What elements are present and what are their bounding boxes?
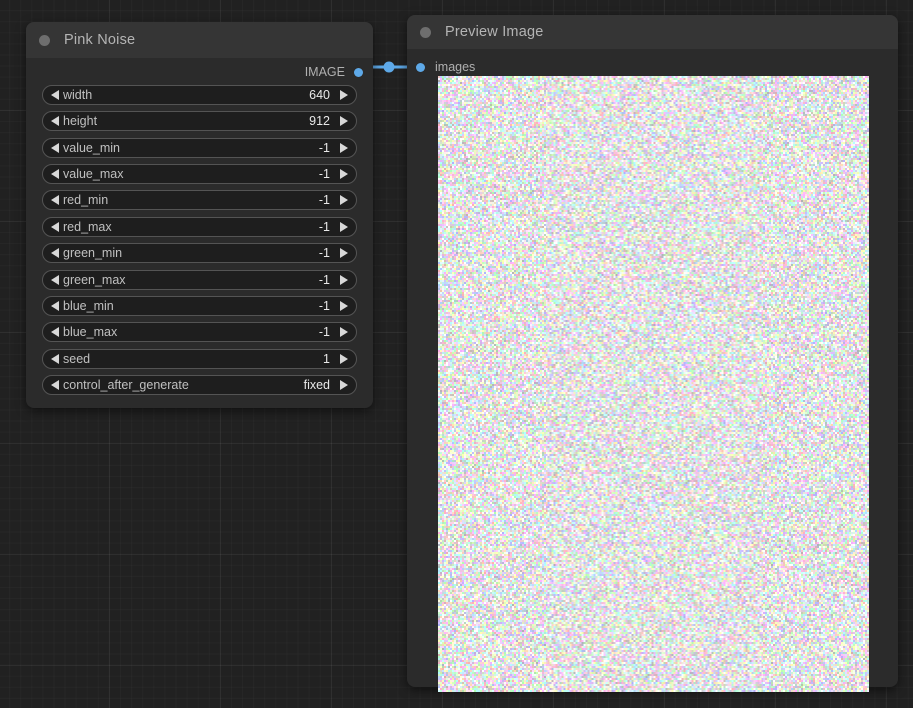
triangle-left-icon[interactable] bbox=[51, 354, 59, 364]
widget-seed-label: seed bbox=[63, 352, 91, 366]
triangle-left-icon[interactable] bbox=[51, 327, 59, 337]
input-slot-images-dot[interactable] bbox=[416, 62, 425, 72]
triangle-right-icon[interactable] bbox=[340, 90, 348, 100]
triangle-right-icon[interactable] bbox=[340, 248, 348, 258]
preview-image-canvas bbox=[438, 76, 869, 692]
triangle-right-icon[interactable] bbox=[340, 327, 348, 337]
widget-green-max[interactable]: green_max -1 bbox=[42, 270, 357, 290]
triangle-right-icon[interactable] bbox=[340, 301, 348, 311]
node-graph-canvas[interactable]: Pink Noise IMAGE width 640 height 912 va… bbox=[0, 0, 913, 708]
widget-green-min-value[interactable]: -1 bbox=[319, 246, 330, 260]
input-slot-images[interactable]: images bbox=[416, 59, 475, 75]
triangle-right-icon[interactable] bbox=[340, 354, 348, 364]
widget-width-label: width bbox=[63, 88, 93, 102]
triangle-left-icon[interactable] bbox=[51, 222, 59, 232]
preview-image-title: Preview Image bbox=[445, 24, 544, 40]
widget-value-min-label: value_min bbox=[63, 141, 120, 155]
circle-icon[interactable] bbox=[39, 34, 50, 46]
widget-height-value[interactable]: 912 bbox=[309, 114, 330, 128]
widget-green-min-label: green_min bbox=[63, 246, 123, 260]
widget-control-after-generate[interactable]: control_after_generate fixed bbox=[42, 375, 357, 395]
triangle-left-icon[interactable] bbox=[51, 248, 59, 258]
triangle-right-icon[interactable] bbox=[340, 380, 348, 390]
widget-control-after-generate-value[interactable]: fixed bbox=[304, 378, 330, 392]
triangle-left-icon[interactable] bbox=[51, 169, 59, 179]
widget-blue-max-label: blue_max bbox=[63, 325, 118, 339]
widget-seed[interactable]: seed 1 bbox=[42, 349, 357, 369]
widget-green-max-value[interactable]: -1 bbox=[319, 273, 330, 287]
widget-width-value[interactable]: 640 bbox=[309, 88, 330, 102]
widget-blue-max-value[interactable]: -1 bbox=[319, 325, 330, 339]
widget-red-min-value[interactable]: -1 bbox=[319, 193, 330, 207]
widget-width[interactable]: width 640 bbox=[42, 85, 357, 105]
widget-red-max-label: red_max bbox=[63, 220, 112, 234]
node-pink-noise[interactable]: Pink Noise IMAGE width 640 height 912 va… bbox=[26, 22, 373, 408]
output-slot-image[interactable]: IMAGE bbox=[305, 64, 363, 80]
widget-height[interactable]: height 912 bbox=[42, 111, 357, 131]
widget-value-max-label: value_max bbox=[63, 167, 124, 181]
widget-blue-min-value[interactable]: -1 bbox=[319, 299, 330, 313]
widget-value-max-value[interactable]: -1 bbox=[319, 167, 330, 181]
widget-red-min[interactable]: red_min -1 bbox=[42, 190, 357, 210]
widget-value-min-value[interactable]: -1 bbox=[319, 141, 330, 155]
widget-value-min[interactable]: value_min -1 bbox=[42, 138, 357, 158]
widget-red-max[interactable]: red_max -1 bbox=[42, 217, 357, 237]
link-midpoint-dot bbox=[383, 61, 395, 73]
triangle-left-icon[interactable] bbox=[51, 195, 59, 205]
triangle-right-icon[interactable] bbox=[340, 275, 348, 285]
triangle-left-icon[interactable] bbox=[51, 90, 59, 100]
triangle-right-icon[interactable] bbox=[340, 143, 348, 153]
triangle-right-icon[interactable] bbox=[340, 116, 348, 126]
output-slot-image-dot[interactable] bbox=[354, 67, 363, 77]
widget-value-max[interactable]: value_max -1 bbox=[42, 164, 357, 184]
circle-icon[interactable] bbox=[420, 26, 431, 38]
triangle-left-icon[interactable] bbox=[51, 116, 59, 126]
input-slot-images-label: images bbox=[435, 60, 476, 74]
widget-red-max-value[interactable]: -1 bbox=[319, 220, 330, 234]
widget-green-max-label: green_max bbox=[63, 273, 126, 287]
widget-control-after-generate-label: control_after_generate bbox=[63, 378, 189, 392]
triangle-right-icon[interactable] bbox=[340, 222, 348, 232]
triangle-right-icon[interactable] bbox=[340, 195, 348, 205]
widget-blue-min[interactable]: blue_min -1 bbox=[42, 296, 357, 316]
triangle-left-icon[interactable] bbox=[51, 275, 59, 285]
widget-blue-max[interactable]: blue_max -1 bbox=[42, 322, 357, 342]
triangle-left-icon[interactable] bbox=[51, 301, 59, 311]
widget-blue-min-label: blue_min bbox=[63, 299, 114, 313]
preview-image-titlebar[interactable]: Preview Image bbox=[407, 15, 898, 49]
pink-noise-titlebar[interactable]: Pink Noise bbox=[26, 22, 373, 58]
widget-green-min[interactable]: green_min -1 bbox=[42, 243, 357, 263]
triangle-left-icon[interactable] bbox=[51, 143, 59, 153]
triangle-right-icon[interactable] bbox=[340, 169, 348, 179]
rgb-noise-texture bbox=[438, 76, 869, 692]
widget-seed-value[interactable]: 1 bbox=[323, 352, 330, 366]
triangle-left-icon[interactable] bbox=[51, 380, 59, 390]
pink-noise-title: Pink Noise bbox=[64, 32, 136, 48]
widget-height-label: height bbox=[63, 114, 98, 128]
widget-red-min-label: red_min bbox=[63, 193, 109, 207]
output-slot-image-label: IMAGE bbox=[304, 65, 345, 79]
